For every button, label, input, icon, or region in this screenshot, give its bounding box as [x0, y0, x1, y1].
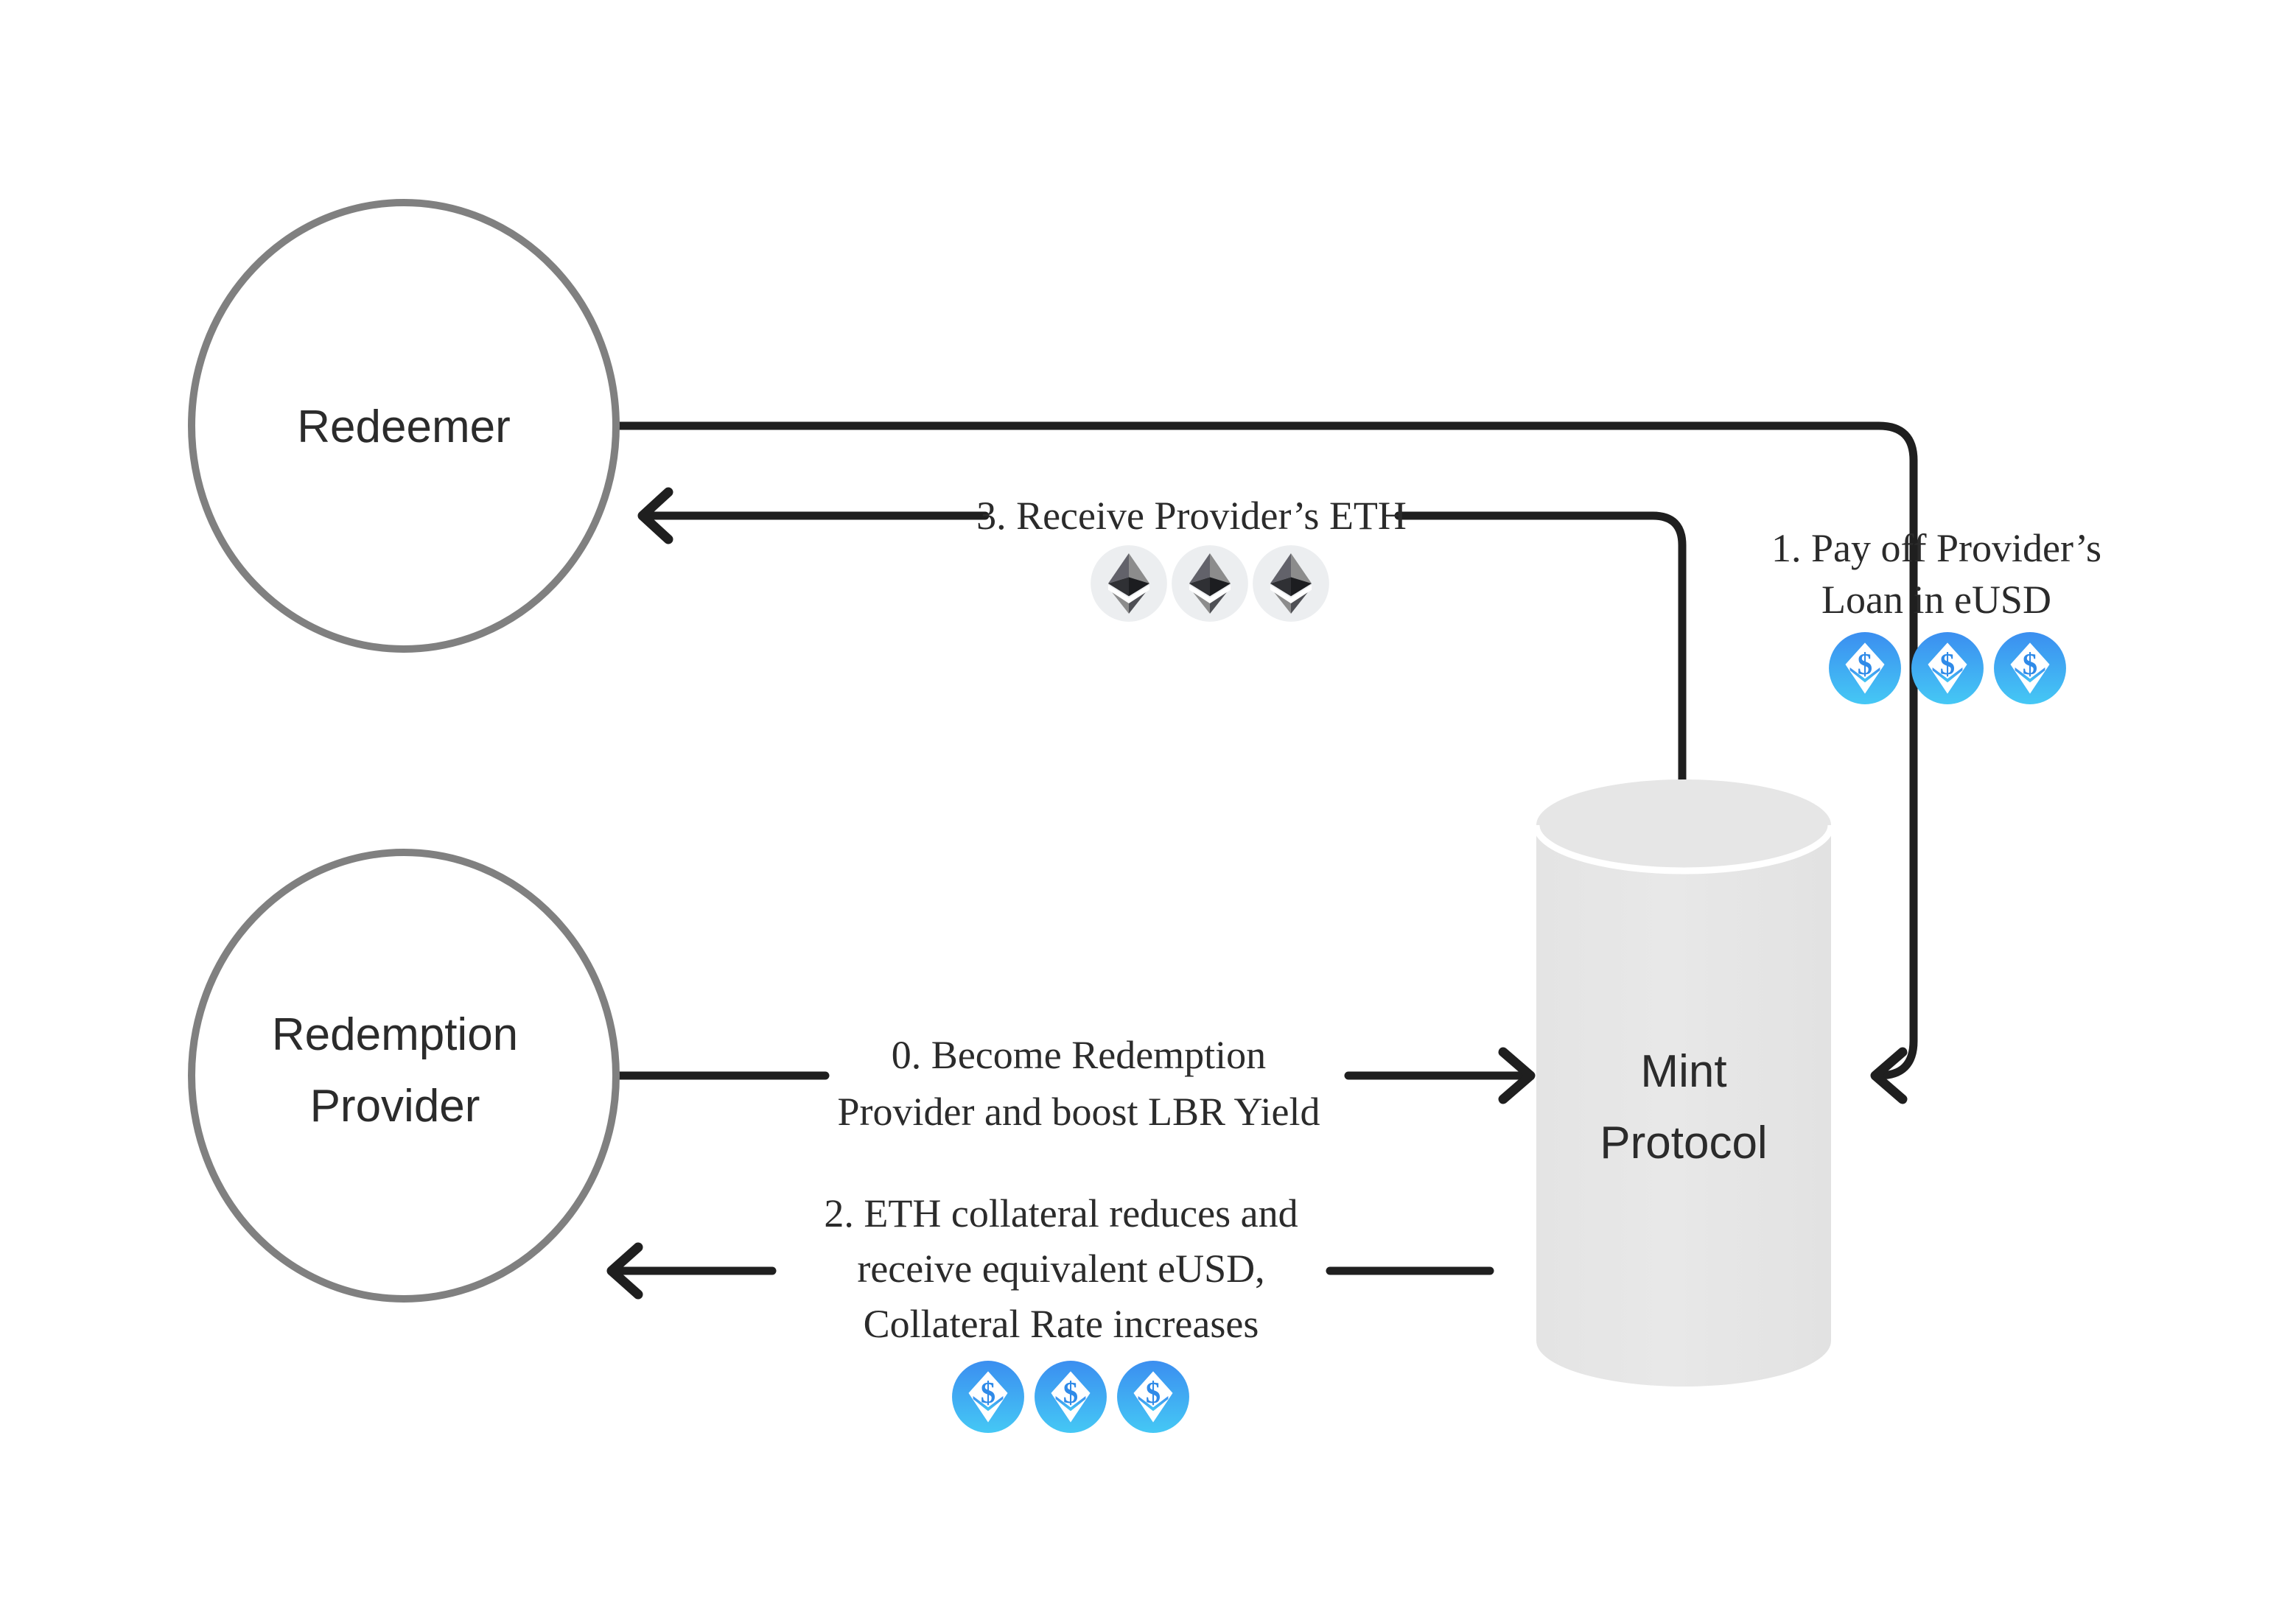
eusd-coin-icon	[1829, 632, 1901, 704]
eth-icon-group-step-3	[1091, 545, 1329, 622]
node-redemption-provider[interactable]	[188, 849, 620, 1303]
eusd-coin-icon	[1911, 632, 1984, 704]
eth-coin-icon	[1091, 545, 1167, 622]
node-label-mint-protocol-line2: Protocol	[1600, 1118, 1767, 1168]
step-label-1-line1: 1. Pay off Provider’s	[1771, 526, 2101, 570]
step-label-2-line3: Collateral Rate increases	[864, 1302, 1259, 1346]
diagram-canvas: $	[188, 199, 2101, 1433]
redemption-flow-diagram: $	[0, 0, 2296, 1609]
eusd-coin-icon	[1117, 1361, 1189, 1433]
eth-coin-icon	[1172, 545, 1248, 622]
eusd-icon-group-step-1	[1829, 632, 2066, 704]
eusd-icon-group-step-2	[952, 1361, 1189, 1433]
step-label-2-line2: receive equivalent eUSD,	[857, 1247, 1264, 1291]
step-label-0-line1: 0. Become Redemption	[892, 1033, 1266, 1077]
eth-coin-icon	[1253, 545, 1329, 622]
eusd-coin-icon	[1035, 1361, 1107, 1433]
cylinder-body	[1536, 825, 1831, 1387]
eusd-coin-icon	[952, 1361, 1024, 1433]
step-label-2-line1: 2. ETH collateral reduces and	[824, 1191, 1298, 1235]
step-label-3-line1: 3. Receive Provider’s ETH	[976, 494, 1407, 538]
step-label-0-line2: Provider and boost LBR Yield	[838, 1090, 1320, 1134]
node-label-redemption-provider-line2: Provider	[310, 1081, 480, 1132]
node-label-mint-protocol-line1: Mint	[1640, 1046, 1726, 1097]
step-label-1-line2: Loan in eUSD	[1821, 578, 2051, 622]
eusd-coin-icon	[1994, 632, 2066, 704]
node-label-redeemer: Redeemer	[297, 402, 510, 452]
node-label-redemption-provider-line1: Redemption	[272, 1009, 518, 1060]
connector-step-3-right	[1394, 511, 1687, 796]
